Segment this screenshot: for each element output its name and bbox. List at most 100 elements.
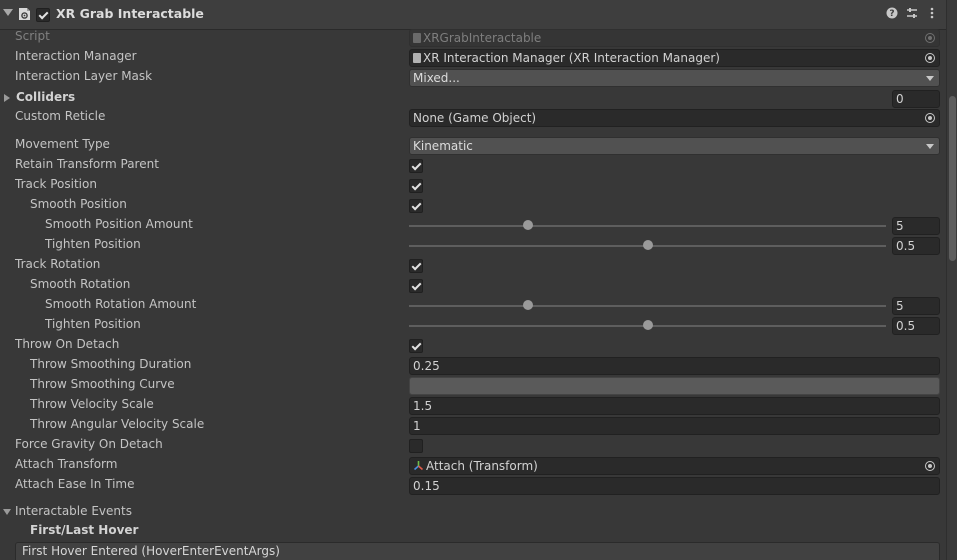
tighten-position-field[interactable]: 0.5: [892, 237, 940, 255]
retain-transform-parent-row: Retain Transform Parent: [0, 156, 946, 176]
track-position-row: Track Position: [0, 176, 946, 196]
track-position-label: Track Position: [15, 177, 97, 191]
colliders-label[interactable]: Colliders: [16, 90, 75, 104]
interaction-manager-value: XR Interaction Manager (XR Interaction M…: [423, 51, 720, 65]
custom-reticle-label: Custom Reticle: [15, 109, 106, 123]
interactable-events-label[interactable]: Interactable Events: [15, 504, 132, 518]
first-last-hover-heading: First/Last Hover: [30, 523, 139, 537]
colliders-size-value: 0: [896, 92, 904, 106]
smooth-rotation-checkbox[interactable]: [409, 279, 423, 293]
slider-handle[interactable]: [523, 300, 534, 310]
colliders-foldout-arrow[interactable]: [4, 94, 10, 102]
checkbox[interactable]: [36, 8, 50, 22]
context-menu-icon[interactable]: [925, 7, 939, 21]
component-foldout-arrow[interactable]: [3, 9, 13, 16]
throw-smoothing-curve-field[interactable]: [409, 377, 940, 395]
force-gravity-on-detach-checkbox[interactable]: [409, 439, 423, 453]
force-gravity-on-detach-label: Force Gravity On Detach: [15, 437, 163, 451]
component-header[interactable]: XR Grab Interactable ?: [0, 0, 946, 30]
throw-angular-velocity-scale-label: Throw Angular Velocity Scale: [30, 417, 205, 431]
slider-handle[interactable]: [642, 320, 653, 330]
custom-reticle-field[interactable]: None (Game Object): [409, 109, 940, 127]
force-gravity-on-detach-row: Force Gravity On Detach: [0, 436, 946, 456]
smooth-rotation-amount-row: Smooth Rotation Amount 5: [0, 296, 946, 316]
presets-icon[interactable]: [905, 7, 919, 21]
object-picker-icon[interactable]: [925, 53, 935, 63]
track-rotation-row: Track Rotation: [0, 256, 946, 276]
smooth-rotation-amount-slider[interactable]: [409, 305, 886, 307]
interaction-layer-mask-label: Interaction Layer Mask: [15, 69, 153, 83]
smooth-rotation-label: Smooth Rotation: [30, 277, 131, 291]
retain-transform-parent-checkbox[interactable]: [409, 159, 423, 173]
tighten-position-value: 0.5: [896, 239, 916, 253]
colliders-row[interactable]: Colliders 0: [0, 89, 946, 109]
tighten-rotation-field[interactable]: 0.5: [892, 317, 940, 335]
retain-transform-parent-label: Retain Transform Parent: [15, 157, 159, 171]
attach-ease-in-time-value: 0.15: [413, 479, 440, 493]
track-rotation-label: Track Rotation: [15, 257, 101, 271]
attach-ease-in-time-row: Attach Ease In Time 0.15: [0, 476, 946, 496]
attach-transform-field[interactable]: Attach (Transform): [409, 457, 940, 475]
script-asset-icon: [413, 33, 421, 43]
script-component-icon: [19, 8, 30, 20]
smooth-position-amount-value: 5: [896, 219, 904, 233]
slider-handle[interactable]: [642, 240, 653, 250]
component-title: XR Grab Interactable: [56, 6, 204, 21]
throw-on-detach-checkbox[interactable]: [409, 339, 423, 353]
script-label: Script: [15, 29, 50, 43]
tighten-position-label: Tighten Position: [45, 237, 141, 251]
custom-reticle-value: None (Game Object): [413, 111, 537, 125]
attach-transform-value: Attach (Transform): [426, 459, 538, 473]
throw-angular-velocity-scale-field[interactable]: 1: [409, 417, 940, 435]
smooth-position-amount-field[interactable]: 5: [892, 217, 940, 235]
movement-type-row: Movement Type Kinematic: [0, 136, 946, 156]
transform-icon: [413, 461, 424, 471]
tighten-rotation-value: 0.5: [896, 319, 916, 333]
chevron-down-icon: [926, 76, 934, 81]
throw-on-detach-row: Throw On Detach: [0, 336, 946, 356]
smooth-position-row: Smooth Position: [0, 196, 946, 216]
interactable-events-foldout-arrow[interactable]: [3, 509, 11, 515]
component-enabled-toggle[interactable]: [36, 8, 50, 22]
custom-reticle-row: Custom Reticle None (Game Object): [0, 108, 946, 128]
vertical-scrollbar[interactable]: [946, 0, 957, 560]
smooth-position-checkbox[interactable]: [409, 199, 423, 213]
chevron-down-icon: [926, 144, 934, 149]
colliders-size-field[interactable]: 0: [892, 90, 940, 108]
throw-velocity-scale-value: 1.5: [413, 399, 433, 413]
object-picker-icon[interactable]: [925, 461, 935, 471]
smooth-position-amount-row: Smooth Position Amount 5: [0, 216, 946, 236]
object-picker-icon[interactable]: [925, 113, 935, 123]
tighten-position-row: Tighten Position 0.5: [0, 236, 946, 256]
slider-handle[interactable]: [523, 220, 534, 230]
attach-ease-in-time-field[interactable]: 0.15: [409, 477, 940, 495]
throw-on-detach-label: Throw On Detach: [15, 337, 120, 351]
svg-text:?: ?: [889, 9, 894, 19]
first-last-hover-row: First/Last Hover: [0, 522, 946, 542]
smooth-position-amount-slider[interactable]: [409, 225, 886, 227]
movement-type-label: Movement Type: [15, 137, 110, 151]
track-position-checkbox[interactable]: [409, 179, 423, 193]
throw-velocity-scale-row: Throw Velocity Scale 1.5: [0, 396, 946, 416]
scrollbar-thumb[interactable]: [949, 96, 956, 261]
interactable-events-row[interactable]: Interactable Events: [0, 503, 946, 523]
throw-velocity-scale-field[interactable]: 1.5: [409, 397, 940, 415]
movement-type-dropdown[interactable]: Kinematic: [409, 137, 940, 155]
help-icon[interactable]: ?: [885, 7, 899, 21]
smooth-position-label: Smooth Position: [30, 197, 127, 211]
throw-smoothing-duration-value: 0.25: [413, 359, 440, 373]
throw-smoothing-duration-field[interactable]: 0.25: [409, 357, 940, 375]
script-field: XRGrabInteractable: [409, 29, 940, 47]
first-hover-entered-event[interactable]: First Hover Entered (HoverEnterEventArgs…: [15, 542, 940, 560]
tighten-rotation-row: Tighten Position 0.5: [0, 316, 946, 336]
track-rotation-checkbox[interactable]: [409, 259, 423, 273]
interaction-layer-mask-dropdown[interactable]: Mixed...: [409, 69, 940, 87]
attach-ease-in-time-label: Attach Ease In Time: [15, 477, 135, 491]
tighten-rotation-label: Tighten Position: [45, 317, 141, 331]
interaction-manager-field[interactable]: XR Interaction Manager (XR Interaction M…: [409, 49, 940, 67]
smooth-rotation-amount-label: Smooth Rotation Amount: [45, 297, 197, 311]
smooth-position-amount-label: Smooth Position Amount: [45, 217, 193, 231]
interaction-layer-mask-row: Interaction Layer Mask Mixed...: [0, 68, 946, 88]
smooth-rotation-amount-field[interactable]: 5: [892, 297, 940, 315]
throw-smoothing-curve-row: Throw Smoothing Curve: [0, 376, 946, 396]
